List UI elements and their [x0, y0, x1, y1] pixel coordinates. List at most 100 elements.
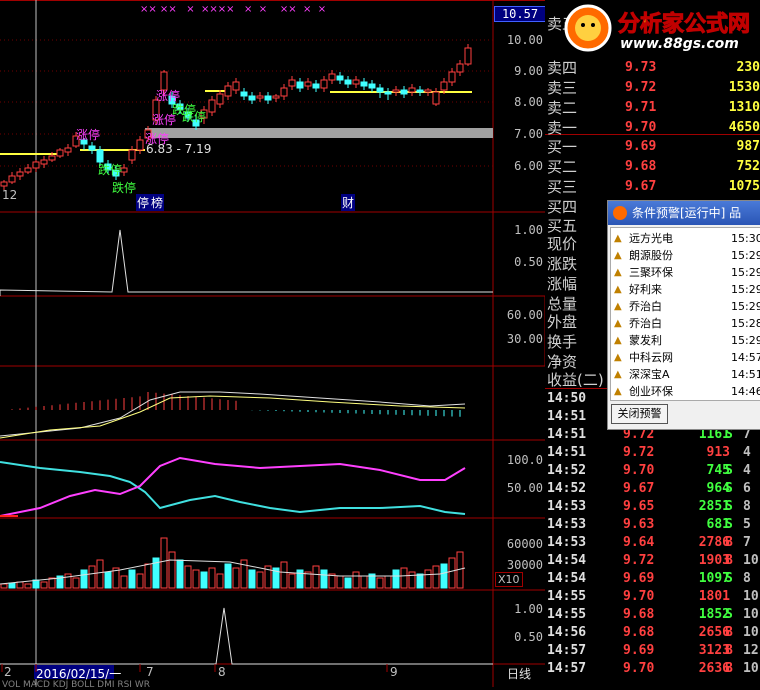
logo-title: 分析家公式网 — [617, 12, 751, 38]
candle-body — [8, 175, 16, 183]
candle-body — [368, 83, 376, 89]
alert-item[interactable]: ▲ 乔治白 15:28 — [611, 315, 760, 332]
tag-zt-1: 涨停 — [76, 128, 101, 142]
tick-row: 14:51 9.72 913 4 — [545, 444, 760, 462]
tick-price: 9.69 — [623, 643, 655, 658]
indicator-tabs[interactable]: VOL MACD KDJ BOLL DMI RSI WR — [2, 680, 150, 690]
quote-volume: 230 — [736, 60, 760, 75]
candle-body — [216, 93, 224, 105]
alert-time: 15:29 — [731, 283, 760, 296]
quote-price: 9.73 — [625, 60, 657, 75]
tick-price: 9.72 — [623, 445, 655, 460]
tick-price: 9.70 — [623, 589, 655, 604]
volume-bar — [96, 559, 104, 589]
tick-count: 4 — [743, 463, 751, 478]
up-arrow-icon: ▲ — [614, 267, 622, 278]
candle-body — [280, 87, 288, 97]
macd-line-yellow — [0, 395, 466, 439]
candle-body — [128, 149, 136, 161]
volume-bar — [168, 551, 176, 589]
candle-body — [360, 81, 368, 87]
tick-side: B — [725, 625, 733, 640]
alert-stock-name: 乔治白 — [629, 317, 662, 330]
tick-price: 9.64 — [623, 535, 655, 550]
alert-item[interactable]: ▲ 乔治白 15:29 — [611, 298, 760, 315]
quote-price: 9.71 — [625, 100, 657, 115]
logo-url: www.88gs.com — [620, 36, 739, 52]
close-alert-button[interactable]: 关闭预警 — [611, 404, 668, 424]
tick-count: 7 — [743, 535, 751, 550]
volume-bar — [80, 569, 88, 589]
period-label[interactable]: 日线 — [507, 665, 531, 682]
quote-price: 9.69 — [625, 139, 657, 154]
candle-body — [24, 167, 32, 173]
tick-price: 9.72 — [623, 553, 655, 568]
quote-label: 外盘 — [547, 313, 578, 331]
kd-line-cyan — [0, 461, 466, 515]
quote-volume: 1075 — [728, 179, 760, 194]
quote-label: 卖三 — [547, 79, 578, 97]
alert-item[interactable]: ▲ 好利来 15:29 — [611, 281, 760, 298]
volume-bar — [16, 581, 24, 589]
tick-count: 10 — [743, 589, 759, 604]
quote-price: 9.70 — [625, 120, 657, 135]
candle-body — [400, 89, 408, 95]
alert-item[interactable]: ▲ 三聚环保 15:29 — [611, 264, 760, 281]
candle-body — [336, 75, 344, 81]
candle-body — [48, 155, 56, 161]
tick-price: 9.70 — [623, 463, 655, 478]
alert-item[interactable]: ▲ 朗源股份 15:29 — [611, 247, 760, 264]
tick-row: 14:54 9.72 1903 B 10 — [545, 552, 760, 570]
grid-lines — [0, 39, 493, 167]
tick-price: 9.63 — [623, 517, 655, 532]
volume-bar — [232, 567, 240, 589]
candle-body — [408, 87, 416, 93]
alert-popup[interactable]: 条件预警[运行中] 品 ▲ 远方光电 15:30 ▲ 朗源股份 15:29 ▲ 三聚环保 15:… — [607, 200, 760, 430]
tick-row: 14:53 9.65 2851 S 8 — [545, 498, 760, 516]
tick-row: 14:55 9.70 1801 10 — [545, 588, 760, 606]
volume-bars — [0, 537, 464, 589]
tick-row: 14:54 9.69 1097 S 8 — [545, 570, 760, 588]
tick-count: 4 — [743, 445, 751, 460]
alert-item[interactable]: ▲ 远方光电 15:30 — [611, 230, 760, 247]
tick-count: 5 — [743, 517, 751, 532]
alert-item[interactable]: ▲ 蒙发利 15:29 — [611, 332, 760, 349]
alert-item[interactable]: ▲ 创业环保 14:46 — [611, 383, 760, 400]
up-arrow-icon: ▲ — [614, 335, 622, 346]
axis3-top: 60.00 — [506, 308, 543, 322]
alert-item[interactable]: ▲ 深深宝A 14:51 — [611, 366, 760, 383]
alert-list[interactable]: ▲ 远方光电 15:30 ▲ 朗源股份 15:29 ▲ 三聚环保 15:29 ▲ 好利来 15:29 ▲… — [610, 227, 760, 401]
candle-body — [208, 99, 216, 113]
volume-bar — [88, 565, 96, 589]
quote-label: 卖一 — [547, 119, 578, 137]
tick-side: S — [725, 571, 733, 586]
vol-axis-mid: 30000 — [506, 558, 543, 572]
candle-body — [288, 79, 296, 87]
tick-time: 14:55 — [547, 589, 587, 604]
price-axis-6: 6.00 — [514, 159, 543, 173]
tick-time: 14:52 — [547, 481, 587, 496]
candle-body — [232, 81, 240, 91]
tick-time: 14:52 — [547, 463, 587, 478]
tick-count: 10 — [743, 625, 759, 640]
tick-8: 8 — [218, 665, 226, 679]
popup-titlebar[interactable]: 条件预警[运行中] 品 — [608, 201, 760, 225]
alert-time: 14:51 — [731, 368, 760, 381]
volume-bar — [160, 537, 168, 589]
tick-side: B — [725, 535, 733, 550]
quote-label: 涨幅 — [547, 275, 578, 293]
candle-body — [328, 73, 336, 81]
tick-volume: 913 — [706, 445, 730, 460]
quote-row: 卖一 9.70 4650 — [545, 118, 760, 138]
macd-bars — [11, 392, 461, 417]
axis5-mid: 50.00 — [506, 481, 543, 495]
quote-label: 现价 — [547, 235, 578, 253]
candle-body — [56, 149, 64, 157]
tag-dt-3: 跌停 — [112, 181, 137, 195]
alert-item[interactable]: ▲ 中科云网 14:57 — [611, 349, 760, 366]
candle-body — [384, 91, 392, 95]
up-arrow-icon: ▲ — [614, 352, 622, 363]
tick-7: 7 — [146, 665, 154, 679]
candle-body — [392, 89, 400, 93]
kline-chart[interactable] — [0, 0, 545, 687]
